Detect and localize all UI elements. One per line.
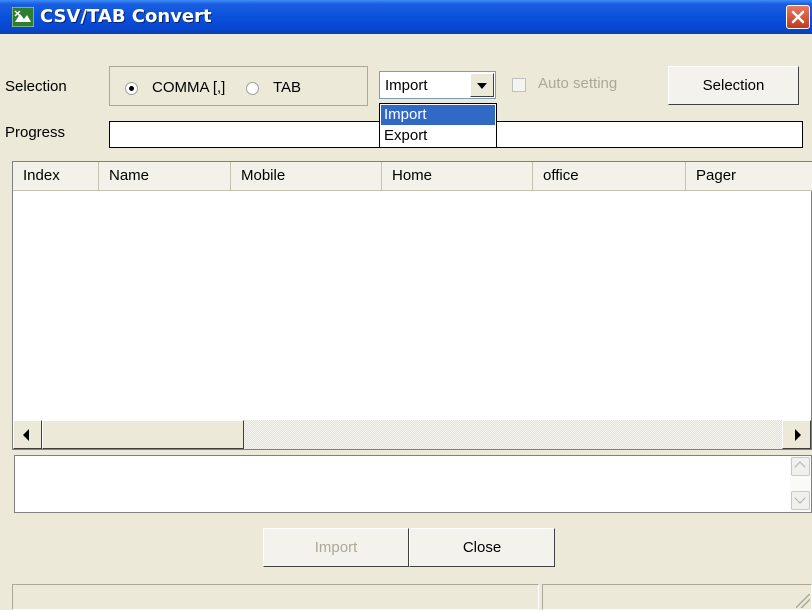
horizontal-scrollbar[interactable]: [13, 420, 811, 449]
status-panel-secondary: [542, 584, 812, 610]
dropdown-option-import[interactable]: Import: [381, 105, 495, 125]
app-icon: [12, 7, 34, 27]
scrollbar-thumb[interactable]: [42, 420, 244, 449]
import-button[interactable]: Import: [263, 528, 409, 567]
column-header-name[interactable]: Name: [99, 162, 231, 190]
window-title: CSV/TAB Convert: [40, 6, 212, 27]
column-header-pager[interactable]: Pager: [686, 162, 812, 190]
mode-select[interactable]: Import: [379, 71, 496, 99]
auto-setting-label: Auto setting: [538, 75, 618, 92]
radio-comma-label[interactable]: COMMA [,]: [152, 79, 225, 96]
scroll-down-icon[interactable]: [791, 491, 810, 510]
progress-label: Progress: [5, 124, 66, 141]
scroll-up-icon[interactable]: [791, 457, 810, 476]
column-header-office[interactable]: office: [533, 162, 686, 190]
auto-setting-checkbox[interactable]: [512, 78, 526, 92]
csv-tab-convert-window: CSV/TAB Convert Selection COMMA [,] TAB …: [0, 0, 812, 610]
contacts-table[interactable]: Index Name Mobile Home office Pager: [12, 161, 812, 450]
close-icon: [791, 10, 805, 24]
column-header-home[interactable]: Home: [382, 162, 533, 190]
delimiter-group: COMMA [,] TAB: [109, 66, 368, 106]
vertical-scrollbar[interactable]: [790, 456, 811, 512]
resize-grip-icon[interactable]: [796, 594, 810, 608]
status-panel-main: [12, 584, 539, 610]
table-header: Index Name Mobile Home office Pager: [13, 162, 812, 191]
radio-tab[interactable]: [246, 82, 259, 95]
status-bar: [0, 582, 812, 610]
radio-comma[interactable]: [125, 82, 138, 95]
column-header-index[interactable]: Index: [13, 162, 99, 190]
scroll-right-icon[interactable]: [782, 420, 811, 449]
title-bar[interactable]: CSV/TAB Convert: [0, 0, 812, 34]
column-header-mobile[interactable]: Mobile: [231, 162, 382, 190]
close-window-button[interactable]: [786, 5, 810, 29]
selection-button[interactable]: Selection: [668, 66, 799, 105]
scroll-left-icon[interactable]: [13, 420, 42, 449]
dropdown-option-export[interactable]: Export: [381, 126, 495, 146]
log-textarea[interactable]: [14, 455, 812, 513]
close-button[interactable]: Close: [409, 528, 555, 567]
selection-label: Selection: [5, 78, 67, 95]
chevron-down-icon[interactable]: [470, 73, 494, 97]
radio-tab-label[interactable]: TAB: [273, 79, 301, 96]
mode-dropdown-list: Import Export: [379, 103, 497, 148]
mode-select-value: Import: [385, 77, 428, 94]
